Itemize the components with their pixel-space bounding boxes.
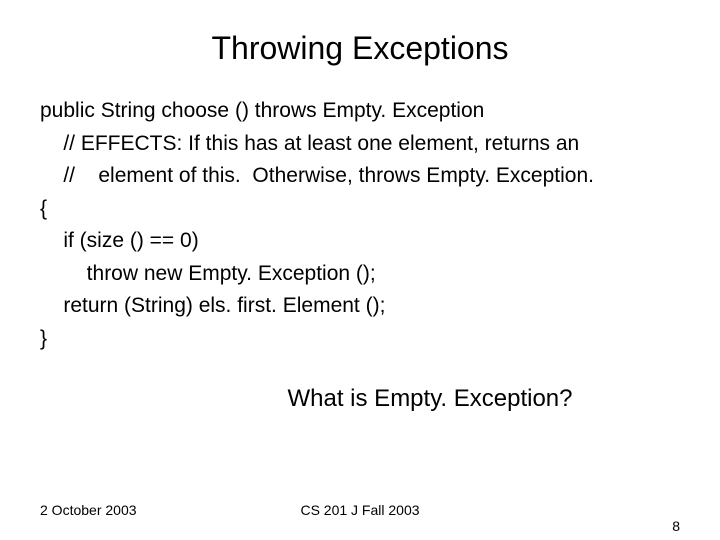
footer-date: 2 October 2003 (40, 502, 137, 518)
slide: Throwing Exceptions public String choose… (0, 0, 720, 540)
code-line: { (40, 197, 47, 220)
code-line: // element of this. Otherwise, throws Em… (40, 164, 594, 187)
code-line: public String choose () throws Empty. Ex… (40, 99, 484, 122)
code-block: public String choose () throws Empty. Ex… (40, 95, 680, 355)
code-line: return (String) els. first. Element (); (40, 294, 385, 317)
footer: 2 October 2003 CS 201 J Fall 2003 8 (0, 502, 720, 518)
code-line: // EFFECTS: If this has at least one ele… (40, 132, 579, 155)
code-line: if (size () == 0) (40, 229, 199, 252)
code-line: } (40, 327, 47, 350)
footer-page: 8 (672, 518, 680, 534)
question-text: What is Empty. Exception? (40, 385, 680, 413)
code-line: throw new Empty. Exception (); (40, 262, 376, 285)
slide-title: Throwing Exceptions (40, 30, 680, 67)
